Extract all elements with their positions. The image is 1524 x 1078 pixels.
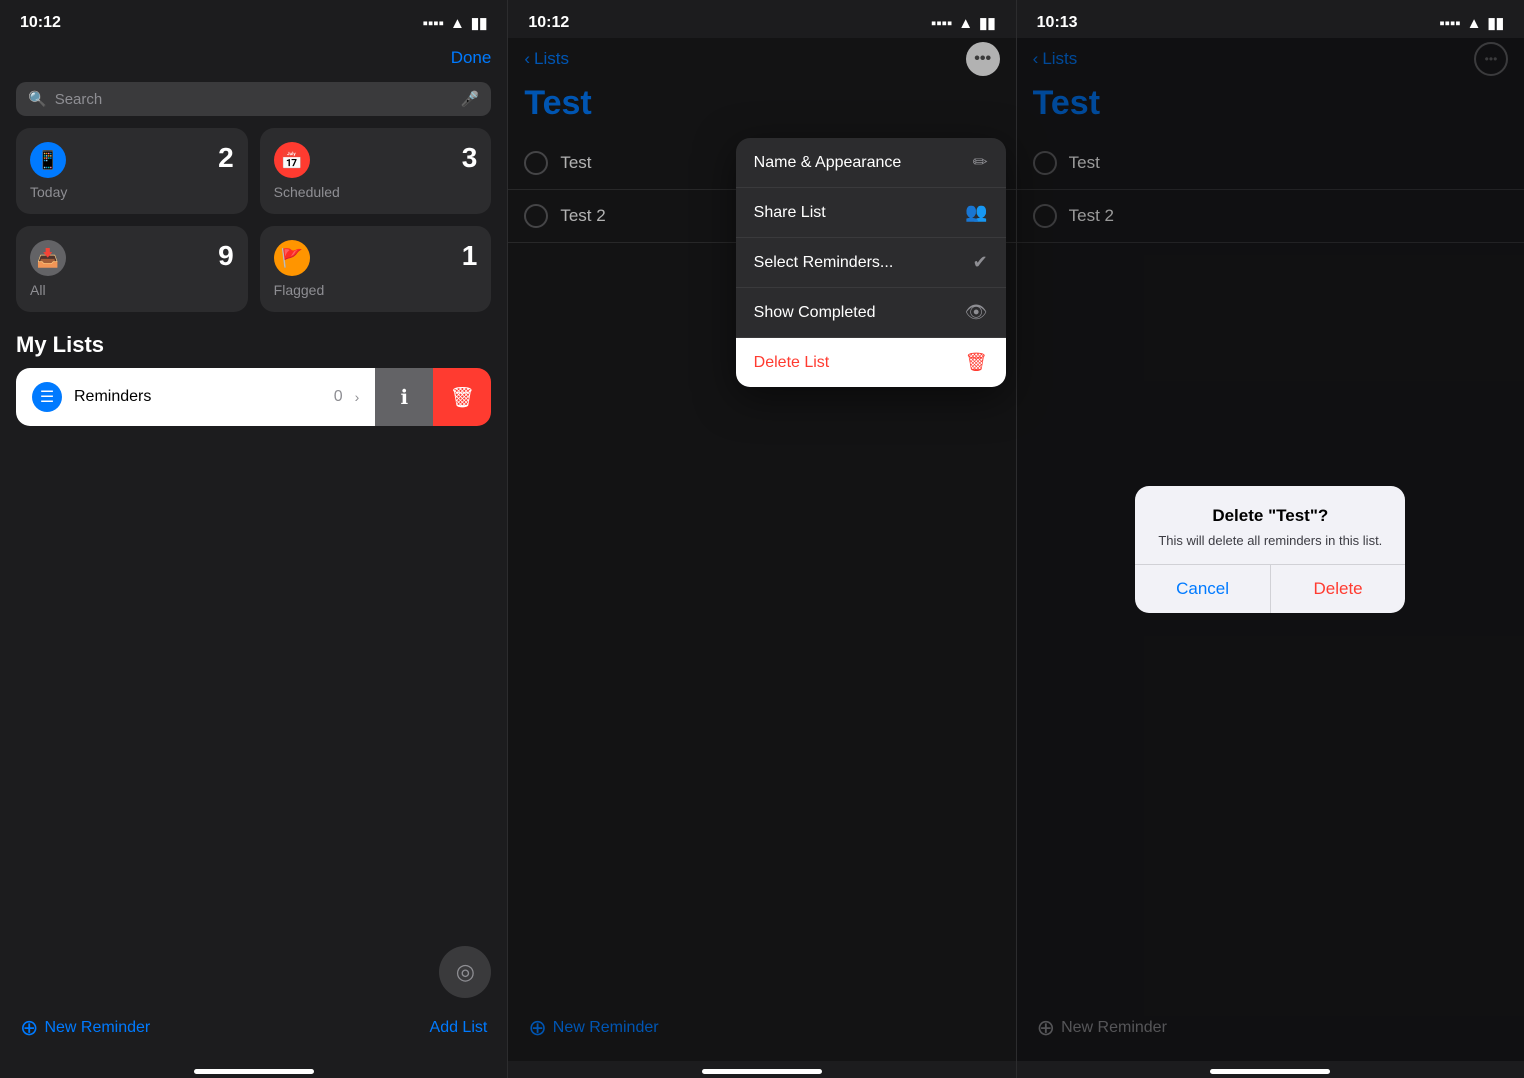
search-bar[interactable]: 🔍 Search 🎤: [16, 82, 491, 116]
reminders-label: Reminders: [74, 388, 322, 406]
all-card[interactable]: 📥 9 All: [16, 226, 248, 312]
home-indicator-2: [508, 1061, 1015, 1078]
trash-icon: 🗑: [450, 385, 475, 410]
share-list-label: Share List: [754, 204, 826, 222]
floating-icon: ◎: [456, 959, 475, 985]
flagged-card-top: 🚩 1: [274, 240, 478, 276]
time-2: 10:12: [528, 14, 569, 32]
flagged-count: 1: [462, 240, 478, 272]
status-bar-3: 10:13 ▪▪▪▪ ▲ ▮▮: [1017, 0, 1524, 38]
signal-icon-2: ▪▪▪▪: [931, 15, 952, 32]
select-reminders-label: Select Reminders...: [754, 254, 894, 272]
today-label: Today: [30, 184, 234, 200]
battery-icon-3: ▮▮: [1487, 14, 1504, 32]
menu-select-reminders[interactable]: Select Reminders... ✔: [736, 238, 1006, 288]
menu-show-completed[interactable]: Show Completed 👁: [736, 288, 1006, 338]
name-appearance-label: Name & Appearance: [754, 154, 902, 172]
delete-button[interactable]: 🗑: [433, 368, 491, 426]
new-reminder-button-1[interactable]: ⊕ New Reminder: [20, 1015, 150, 1041]
menu-delete-list[interactable]: Delete List 🗑: [736, 338, 1006, 387]
reminders-swipe-row[interactable]: ☰ Reminders 0 › ℹ 🗑: [16, 368, 491, 426]
alert-buttons: Cancel Delete: [1135, 564, 1405, 613]
all-label: All: [30, 282, 234, 298]
flagged-icon: 🚩: [274, 240, 310, 276]
status-bar-1: 10:12 ▪▪▪▪ ▲ ▮▮: [0, 0, 507, 38]
wifi-icon-3: ▲: [1467, 15, 1482, 32]
alert-message: This will delete all reminders in this l…: [1151, 532, 1389, 550]
add-list-button[interactable]: Add List: [430, 1019, 488, 1037]
pencil-icon: ✏: [973, 152, 988, 173]
screen3-content: ‹ Lists ••• Test Test Test 2 Delete "Tes…: [1017, 38, 1524, 1061]
info-button[interactable]: ℹ: [375, 368, 433, 426]
alert-content: Delete "Test"? This will delete all remi…: [1135, 486, 1405, 564]
alert-dialog: Delete "Test"? This will delete all remi…: [1135, 486, 1405, 613]
new-reminder-label-1: New Reminder: [44, 1019, 150, 1037]
trash-icon-menu: 🗑: [965, 352, 988, 373]
all-card-top: 📥 9: [30, 240, 234, 276]
battery-icon-2: ▮▮: [979, 14, 996, 32]
screen2-content: ‹ Lists ••• Test Test Test 2 Name & Appe…: [508, 38, 1015, 1061]
home-bar-2: [702, 1069, 822, 1074]
signal-icon: ▪▪▪▪: [423, 15, 444, 32]
checkmark-circle-icon: ✔: [973, 252, 988, 273]
delete-confirm-button[interactable]: Delete: [1271, 565, 1406, 613]
cancel-button[interactable]: Cancel: [1135, 565, 1271, 613]
home-bar-3: [1210, 1069, 1330, 1074]
all-icon: 📥: [30, 240, 66, 276]
today-icon: 📱: [30, 142, 66, 178]
nav-bar-1: Done: [0, 38, 507, 82]
today-card-top: 📱 2: [30, 142, 234, 178]
show-completed-label: Show Completed: [754, 304, 876, 322]
scheduled-card[interactable]: 📅 3 Scheduled: [260, 128, 492, 214]
time-3: 10:13: [1037, 14, 1078, 32]
plus-icon-1: ⊕: [20, 1015, 38, 1041]
floating-button[interactable]: ◎: [439, 946, 491, 998]
wifi-icon: ▲: [450, 15, 465, 32]
status-icons-3: ▪▪▪▪ ▲ ▮▮: [1439, 14, 1504, 32]
battery-icon: ▮▮: [471, 14, 488, 32]
home-indicator-3: [1017, 1061, 1524, 1078]
all-count: 9: [218, 240, 234, 272]
scheduled-icon: 📅: [274, 142, 310, 178]
menu-name-appearance[interactable]: Name & Appearance ✏: [736, 138, 1006, 188]
flagged-card[interactable]: 🚩 1 Flagged: [260, 226, 492, 312]
today-count: 2: [218, 142, 234, 174]
reminders-row-main[interactable]: ☰ Reminders 0 ›: [16, 368, 375, 426]
scheduled-count: 3: [462, 142, 478, 174]
today-card[interactable]: 📱 2 Today: [16, 128, 248, 214]
search-icon: 🔍: [28, 90, 47, 108]
reminders-icon: ☰: [32, 382, 62, 412]
scheduled-label: Scheduled: [274, 184, 478, 200]
smart-grid: 📱 2 Today 📅 3 Scheduled 📥 9 All: [0, 128, 507, 328]
info-icon: ℹ: [401, 385, 409, 410]
wifi-icon-2: ▲: [958, 15, 973, 32]
menu-share-list[interactable]: Share List 👥: [736, 188, 1006, 238]
status-icons-2: ▪▪▪▪ ▲ ▮▮: [931, 14, 996, 32]
time-1: 10:12: [20, 14, 61, 32]
status-icons-1: ▪▪▪▪ ▲ ▮▮: [423, 14, 488, 32]
screen1: 10:12 ▪▪▪▪ ▲ ▮▮ Done 🔍 Search 🎤 📱 2 Toda…: [0, 0, 508, 1078]
delete-list-label: Delete List: [754, 354, 830, 372]
alert-title: Delete "Test"?: [1151, 506, 1389, 526]
screen3: 10:13 ▪▪▪▪ ▲ ▮▮ ‹ Lists ••• Test Test Te…: [1017, 0, 1524, 1078]
reminders-chevron: ›: [355, 389, 360, 405]
bottom-bar-1: ⊕ New Reminder Add List: [0, 1003, 507, 1061]
my-lists-title: My Lists: [0, 328, 507, 368]
screen1-content: Done 🔍 Search 🎤 📱 2 Today 📅 3: [0, 38, 507, 1061]
mic-icon: 🎤: [461, 90, 480, 108]
screen2: 10:12 ▪▪▪▪ ▲ ▮▮ ‹ Lists ••• Test Test Te…: [508, 0, 1016, 1078]
flagged-label: Flagged: [274, 282, 478, 298]
context-menu: Name & Appearance ✏ Share List 👥 Select …: [736, 138, 1006, 387]
scheduled-card-top: 📅 3: [274, 142, 478, 178]
eye-icon: 👁: [965, 302, 988, 323]
reminders-count: 0: [334, 388, 343, 406]
status-bar-2: 10:12 ▪▪▪▪ ▲ ▮▮: [508, 0, 1015, 38]
search-placeholder: Search: [55, 91, 453, 108]
home-bar-1: [194, 1069, 314, 1074]
home-indicator-1: [0, 1061, 507, 1078]
signal-icon-3: ▪▪▪▪: [1439, 15, 1460, 32]
alert-overlay: Delete "Test"? This will delete all remi…: [1017, 38, 1524, 1061]
done-button[interactable]: Done: [451, 48, 492, 68]
share-icon: 👥: [965, 202, 987, 223]
